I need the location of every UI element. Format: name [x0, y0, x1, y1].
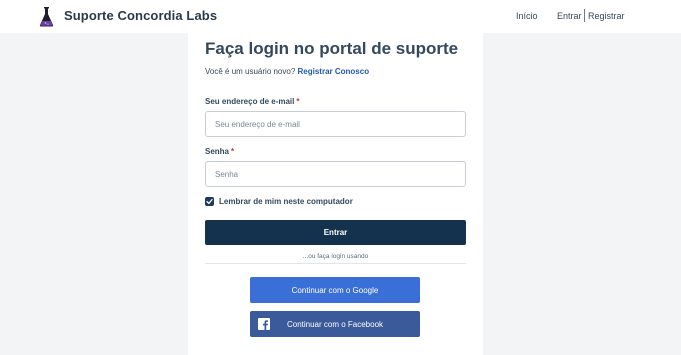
password-label-text: Senha — [205, 147, 230, 156]
email-label: Seu endereço de e-mail * — [205, 97, 300, 106]
signup-prompt: Você é um usuário novo? Registrar Conosc… — [205, 67, 369, 76]
nav-home-link[interactable]: Início — [516, 11, 538, 21]
alternative-login-divider: ...ou faça login usando — [302, 253, 369, 260]
required-marker: * — [231, 147, 235, 156]
facebook-login-button[interactable]: Continuar com o Facebook — [250, 311, 420, 337]
required-marker: * — [296, 97, 300, 106]
checkbox-checked[interactable] — [205, 197, 214, 206]
facebook-login-label: Continuar com o Facebook — [286, 319, 384, 329]
google-login-button[interactable]: Continuar com o Google — [250, 277, 420, 303]
remember-me-checkbox[interactable]: Lembrar de mim neste computador — [205, 197, 353, 206]
remember-me-label: Lembrar de mim neste computador — [219, 197, 353, 206]
google-login-label: Continuar com o Google — [291, 285, 379, 295]
password-label: Senha * — [205, 147, 234, 156]
site-title[interactable]: Suporte Concordia Labs — [64, 8, 217, 23]
nav-register-link[interactable]: Registrar — [588, 11, 625, 21]
page-title: Faça login no portal de suporte — [205, 39, 459, 58]
flask-logo-icon[interactable] — [35, 4, 58, 29]
register-link[interactable]: Registrar Conosco — [298, 67, 370, 76]
top-navigation-bar: Suporte Concordia Labs Início Entrar Reg… — [0, 0, 681, 33]
facebook-icon — [258, 318, 270, 330]
divider-line — [205, 263, 466, 264]
signup-prompt-text: Você é um usuário novo? — [205, 67, 296, 76]
email-field[interactable] — [205, 111, 466, 137]
email-label-text: Seu endereço de e-mail — [205, 97, 295, 106]
nav-separator — [584, 9, 585, 22]
login-submit-button[interactable]: Entrar — [205, 220, 466, 245]
nav-login-link[interactable]: Entrar — [557, 11, 582, 21]
password-field[interactable] — [205, 161, 466, 187]
login-card: Faça login no portal de suporte Você é u… — [188, 33, 483, 355]
check-icon — [206, 198, 213, 205]
